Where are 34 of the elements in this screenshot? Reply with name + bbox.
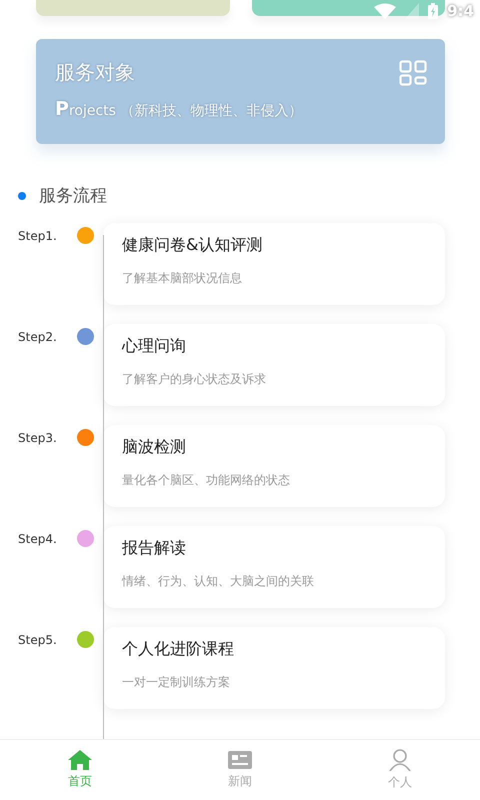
- status-time: 9:4: [447, 2, 474, 20]
- card-subtitle: Projects （新科技、物理性、非侵入）: [55, 98, 302, 120]
- step-description: 一对一定制训练方案: [122, 674, 231, 691]
- step-label: Step3.: [17, 431, 58, 445]
- step-description: 量化各个脑区、功能网络的状态: [122, 472, 291, 489]
- news-icon: [228, 750, 252, 770]
- step-title: 报告解读: [122, 538, 187, 559]
- step-label: Step4.: [17, 532, 58, 546]
- wifi-icon: [374, 3, 396, 19]
- step-card[interactable]: 心理问询 了解客户的身心状态及诉求: [103, 324, 445, 406]
- step-description: 了解客户的身心状态及诉求: [122, 371, 267, 388]
- home-icon: [68, 750, 92, 770]
- bullet-icon: [18, 192, 26, 200]
- feature-card[interactable]: [252, 0, 445, 16]
- no-signal-icon: [405, 3, 420, 19]
- step-description: 了解基本脑部状况信息: [122, 270, 243, 287]
- step-label: Step5.: [17, 633, 58, 647]
- step-title: 脑波检测: [122, 437, 187, 458]
- feature-card[interactable]: [36, 0, 230, 16]
- step-label: Step2.: [17, 330, 58, 344]
- card-title: 服务对象: [55, 59, 135, 86]
- step-label: Step1.: [17, 229, 58, 243]
- step-title: 健康问卷&认知评测: [122, 235, 264, 256]
- person-icon: [389, 749, 411, 771]
- step-card[interactable]: 报告解读 情绪、行为、认知、大脑之间的关联: [103, 526, 445, 608]
- step-card[interactable]: 个人化进阶课程 一对一定制训练方案: [103, 627, 445, 709]
- step-title: 心理问询: [122, 336, 187, 357]
- step-card[interactable]: 脑波检测 量化各个脑区、功能网络的状态: [103, 425, 445, 507]
- battery-icon: [428, 3, 438, 19]
- grid-icon: [399, 60, 427, 86]
- step-card[interactable]: 健康问卷&认知评测 了解基本脑部状况信息: [103, 223, 445, 305]
- step-description: 情绪、行为、认知、大脑之间的关联: [122, 573, 315, 590]
- section-title: 服务流程: [39, 185, 107, 207]
- step-title: 个人化进阶课程: [122, 639, 235, 660]
